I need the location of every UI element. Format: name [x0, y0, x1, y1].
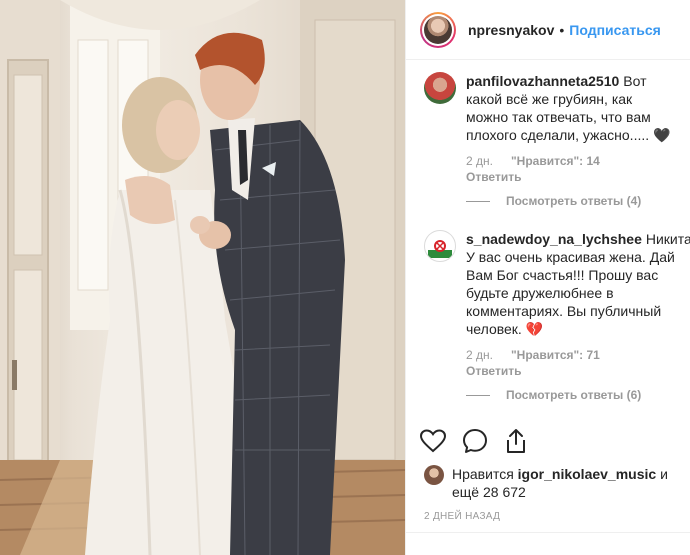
likes-summary: Нравится igor_nikolaev_music и ещё 28 67…	[424, 465, 680, 501]
comment-box-divider	[406, 532, 690, 533]
heart-icon[interactable]	[420, 429, 446, 453]
commenter-username[interactable]: panfilovazhanneta2510	[466, 73, 619, 89]
post-side-panel: npresnyakov • Подписаться panfilovazhann…	[405, 0, 690, 555]
likes-prefix: Нравится	[452, 466, 514, 482]
commenter-username[interactable]: s_nadewdoy_na_lychshee	[466, 231, 642, 247]
view-replies-button[interactable]: Посмотреть ответы (6)	[466, 388, 676, 402]
post-date[interactable]: 2 ДНЕЙ НАЗАД	[424, 511, 500, 522]
wedding-photo-illustration	[0, 0, 405, 555]
share-icon[interactable]	[504, 428, 528, 454]
comment-body: s_nadewdoy_na_lychsheeНикита!!!! У вас о…	[466, 230, 690, 338]
comment-body: panfilovazhanneta2510 Вот какой всё же гр…	[466, 72, 676, 144]
comment-meta: 2 дн. "Нравится": 14	[466, 154, 676, 168]
author-avatar[interactable]	[420, 11, 456, 48]
replies-line	[466, 200, 490, 202]
post-actions	[420, 428, 528, 454]
header-separator: •	[559, 21, 565, 38]
reply-button[interactable]: Ответить	[466, 170, 676, 184]
comment-item: s_nadewdoy_na_lychsheeНикита!!!! У вас о…	[420, 208, 690, 402]
comment-time[interactable]: 2 дн.	[466, 154, 493, 168]
likes-text: Нравится igor_nikolaev_music и ещё 28 67…	[452, 465, 680, 501]
comment-icon[interactable]	[462, 428, 488, 454]
view-replies-button[interactable]: Посмотреть ответы (4)	[466, 194, 676, 208]
comment-likes[interactable]: "Нравится": 71	[511, 348, 600, 362]
commenter-avatar[interactable]	[424, 72, 456, 104]
post-header: npresnyakov • Подписаться	[406, 0, 690, 60]
comment-item: panfilovazhanneta2510 Вот какой всё же гр…	[420, 60, 676, 208]
liker-username[interactable]: igor_nikolaev_music	[518, 466, 657, 482]
reply-button[interactable]: Ответить	[466, 364, 676, 378]
comment-meta: 2 дн. "Нравится": 71	[466, 348, 676, 362]
liker-avatar[interactable]	[424, 465, 444, 485]
view-replies-label: Посмотреть ответы (4)	[506, 194, 642, 208]
commenter-avatar[interactable]	[424, 230, 456, 262]
follow-button[interactable]: Подписаться	[569, 22, 661, 38]
view-replies-label: Посмотреть ответы (6)	[506, 388, 642, 402]
author-username[interactable]: npresnyakov	[468, 22, 554, 38]
post-photo[interactable]	[0, 0, 405, 555]
comments-list[interactable]: panfilovazhanneta2510 Вот какой всё же гр…	[406, 60, 690, 420]
flag-emblem-icon	[428, 234, 452, 258]
comment-likes[interactable]: "Нравится": 14	[511, 154, 600, 168]
comment-time[interactable]: 2 дн.	[466, 348, 493, 362]
replies-line	[466, 394, 490, 396]
